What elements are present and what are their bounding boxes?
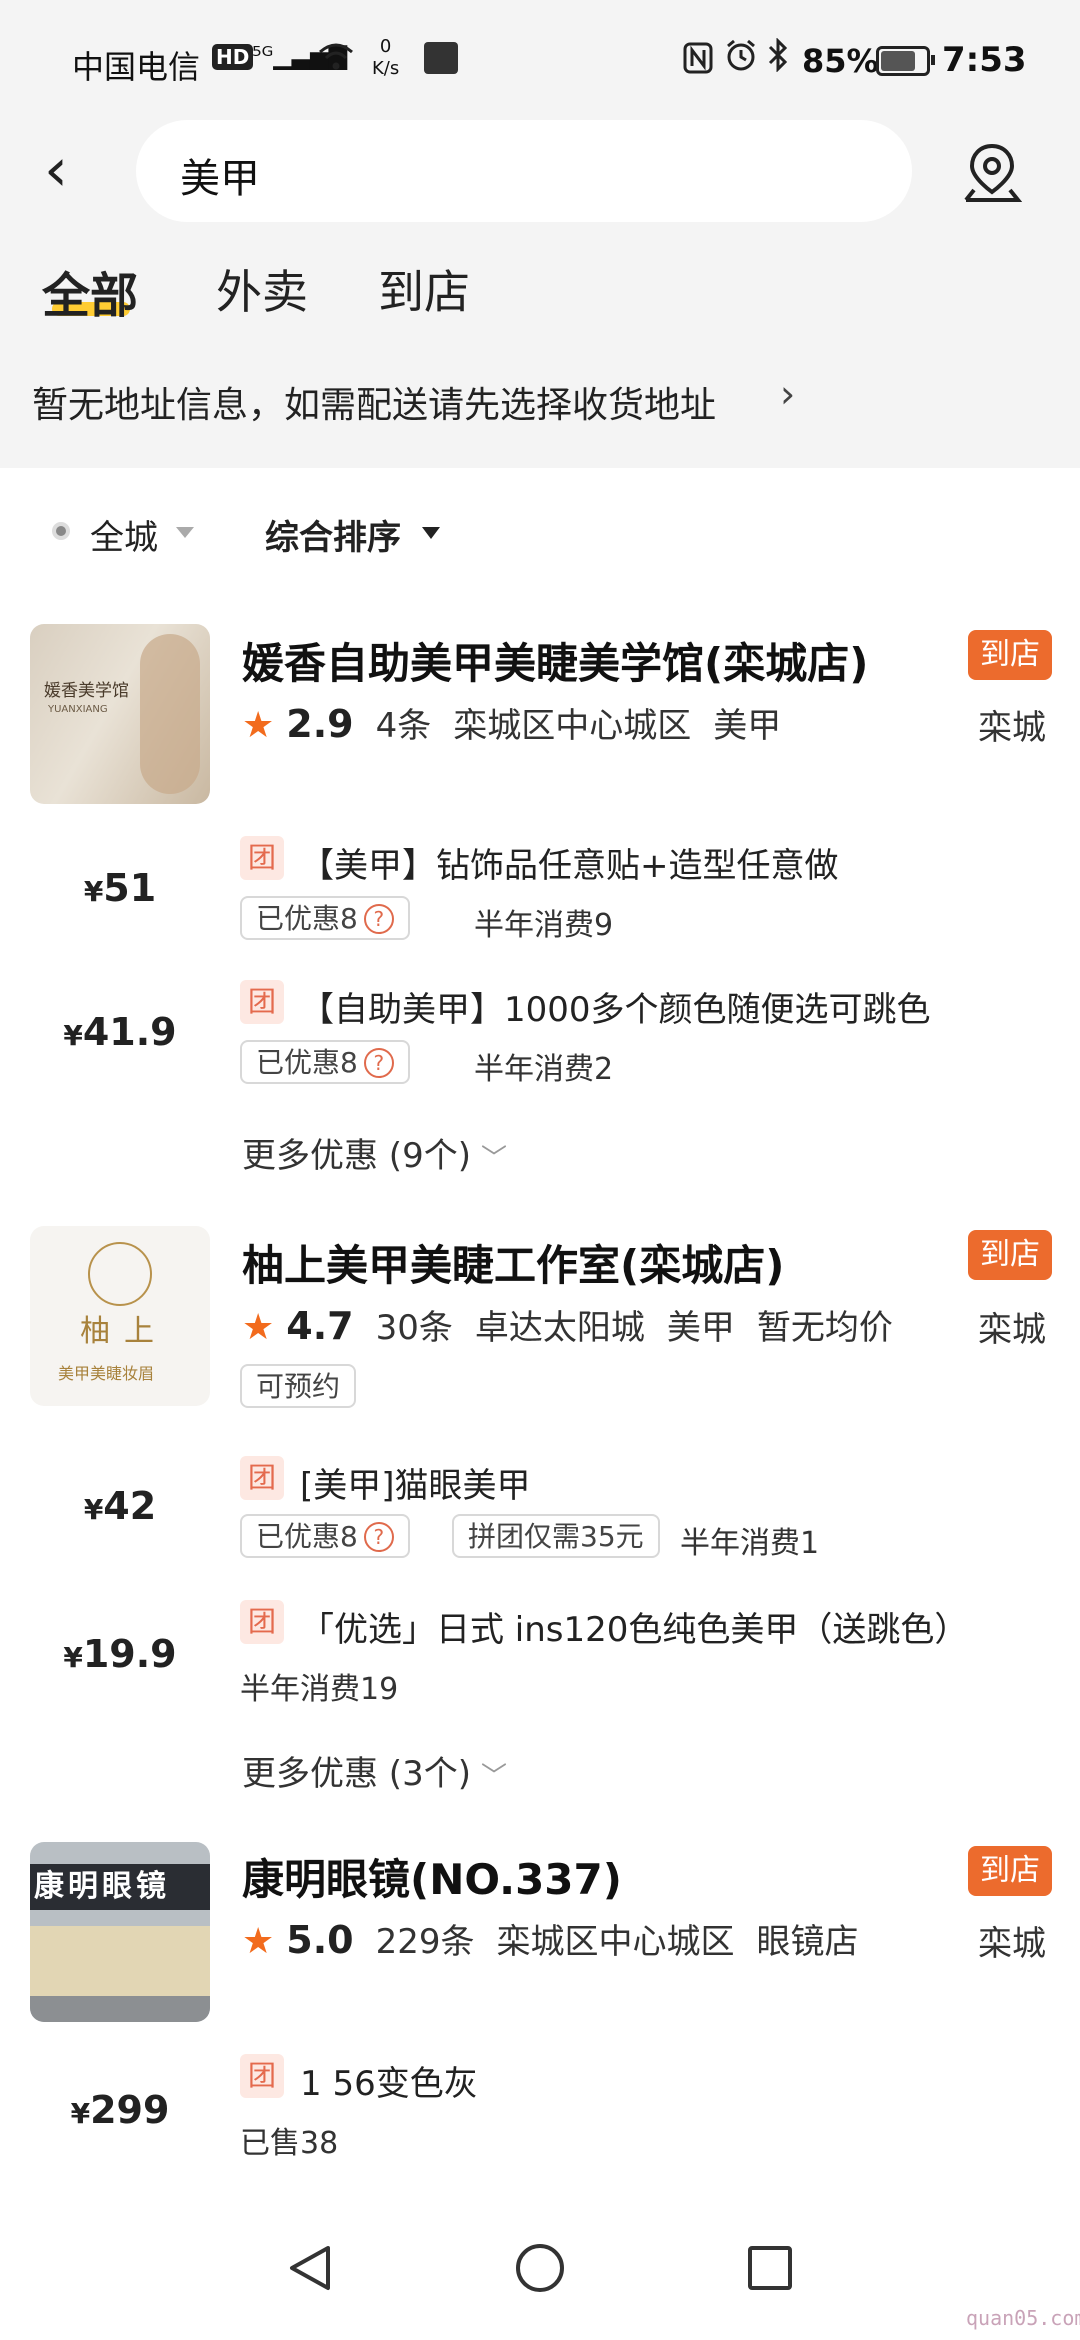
logo-text: 柚上 (80, 1314, 168, 1349)
discount-chip[interactable]: 已优惠8? (240, 896, 410, 940)
storefront-window (30, 1926, 210, 1996)
deal-sales: 半年消费1 (680, 1526, 820, 1561)
logo-subtitle: 美甲美睫妆眉 (58, 1364, 155, 1383)
city-dropdown-icon[interactable] (176, 527, 194, 538)
deal-sales: 半年消费9 (474, 908, 614, 943)
deal-sales: 已售38 (240, 2126, 339, 2161)
thumb-figure (140, 634, 200, 794)
deal-price: ¥51 (83, 866, 157, 910)
tab-all[interactable]: 全部 (42, 256, 138, 326)
group-buy-tag: 团 (240, 836, 284, 880)
back-button[interactable]: ‹ (44, 140, 84, 200)
shop-name[interactable]: 媛香自助美甲美睫美学馆(栾城店) (242, 630, 868, 691)
nav-home-button[interactable] (512, 2240, 568, 2300)
deal-price: ¥299 (70, 2088, 170, 2132)
city-filter[interactable]: 全城 (90, 510, 158, 559)
location-pin-icon[interactable] (962, 140, 1023, 204)
battery-icon (876, 46, 935, 76)
alarm-icon (724, 38, 758, 80)
more-deals-button[interactable]: 更多优惠 (9个) ﹀ (242, 1128, 507, 1177)
shop-area: 栾城 (978, 1924, 1046, 1964)
chevron-down-icon: ﹀ (480, 1762, 507, 1792)
deal-title[interactable]: [美甲]猫眼美甲 (300, 1458, 531, 1507)
thumb-title: 媛香美学馆 (44, 681, 129, 701)
tab-in-store[interactable]: 到店 (378, 256, 470, 322)
group-buy-tag: 团 (240, 1456, 284, 1500)
sort-dropdown-icon[interactable] (422, 527, 440, 539)
deal-title[interactable]: 「优选」日式 ins120色纯色美甲（送跳色） (300, 1602, 968, 1651)
shop-name[interactable]: 康明眼镜(NO.337) (242, 1846, 622, 1907)
in-store-badge: 到店 (968, 1846, 1052, 1896)
carrier-label: 中国电信 (72, 48, 201, 86)
shop-meta: ★ 4.7 30条 卓达太阳城 美甲 暂无均价 (242, 1304, 893, 1348)
star-icon: ★ (242, 1921, 275, 1962)
reservable-tag: 可预约 (240, 1364, 357, 1408)
shop-name[interactable]: 柚上美甲美睫工作室(栾城店) (242, 1232, 784, 1293)
star-icon: ★ (242, 1307, 275, 1348)
deal-price: ¥19.9 (63, 1632, 177, 1676)
sort-filter[interactable]: 综合排序 (265, 510, 401, 559)
group-buy-tag: 团 (240, 1600, 284, 1644)
question-icon: ? (363, 1522, 394, 1552)
network-speed: 0 K/s (372, 36, 400, 79)
shop-thumbnail[interactable]: 康明眼镜 (30, 1842, 210, 2022)
nav-back-button[interactable] (282, 2240, 338, 2300)
tab-delivery[interactable]: 外卖 (216, 256, 308, 322)
deal-price: ¥42 (83, 1484, 157, 1528)
wifi-icon (318, 40, 354, 80)
deal-price: ¥41.9 (63, 1010, 177, 1054)
star-icon: ★ (242, 705, 275, 746)
clock: 7:53 (942, 40, 1027, 80)
battery-level (881, 51, 915, 71)
thumb-subtitle: YUANXIANG (48, 704, 108, 715)
battery-percent: 85% (802, 42, 879, 80)
shop-meta: ★ 2.9 4条 栾城区中心城区 美甲 (242, 702, 782, 746)
in-store-badge: 到店 (968, 1230, 1052, 1280)
address-notice[interactable]: 暂无地址信息，如需配送请先选择收货地址 (32, 376, 716, 428)
shop-thumbnail[interactable]: 柚上 美甲美睫妆眉 (30, 1226, 210, 1406)
storefront-street (30, 1996, 210, 2022)
watermark: quan05.com (966, 2306, 1080, 2330)
notification-app-icon (424, 42, 458, 74)
discount-chip[interactable]: 已优惠8? (240, 1040, 410, 1084)
status-bar: 中国电信 HD ⁵ᴳ▁▃▅▇ 0 K/s 85% 7:53 (0, 30, 1080, 90)
hd-icon: HD (212, 44, 254, 70)
nfc-icon (683, 42, 713, 81)
shop-area: 栾城 (978, 1310, 1046, 1350)
bluetooth-icon (766, 37, 790, 80)
shop-area: 栾城 (978, 708, 1046, 748)
location-dot-icon (52, 522, 70, 540)
deal-title[interactable]: 【自助美甲】1000多个颜色随便选可跳色 (300, 982, 931, 1031)
deal-title[interactable]: 1 56变色灰 (300, 2056, 478, 2105)
chevron-right-icon[interactable]: › (780, 372, 795, 416)
group-buy-tag: 团 (240, 980, 284, 1024)
more-deals-button[interactable]: 更多优惠 (3个) ﹀ (242, 1746, 507, 1795)
group-buy-tag: 团 (240, 2054, 284, 2098)
shop-meta: ★ 5.0 229条 栾城区中心城区 眼镜店 (242, 1918, 859, 1962)
question-icon: ? (363, 1048, 394, 1078)
nav-recents-button[interactable] (742, 2240, 798, 2300)
group-price-chip[interactable]: 拼团仅需35元 (452, 1514, 660, 1558)
deal-sales: 半年消费19 (240, 1672, 399, 1707)
in-store-badge: 到店 (968, 630, 1052, 680)
question-icon: ? (363, 904, 394, 934)
chevron-down-icon: ﹀ (480, 1144, 507, 1174)
shop-thumbnail[interactable]: 媛香美学馆 YUANXIANG (30, 624, 210, 804)
logo-ring (88, 1242, 152, 1306)
deal-sales: 半年消费2 (474, 1052, 614, 1087)
discount-chip[interactable]: 已优惠8? (240, 1514, 410, 1558)
search-query: 美甲 (180, 156, 260, 202)
storefront-sign: 康明眼镜 (30, 1864, 210, 1910)
search-input[interactable]: 美甲 (136, 120, 912, 222)
deal-title[interactable]: 【美甲】钻饰品任意贴+造型任意做 (300, 838, 839, 887)
